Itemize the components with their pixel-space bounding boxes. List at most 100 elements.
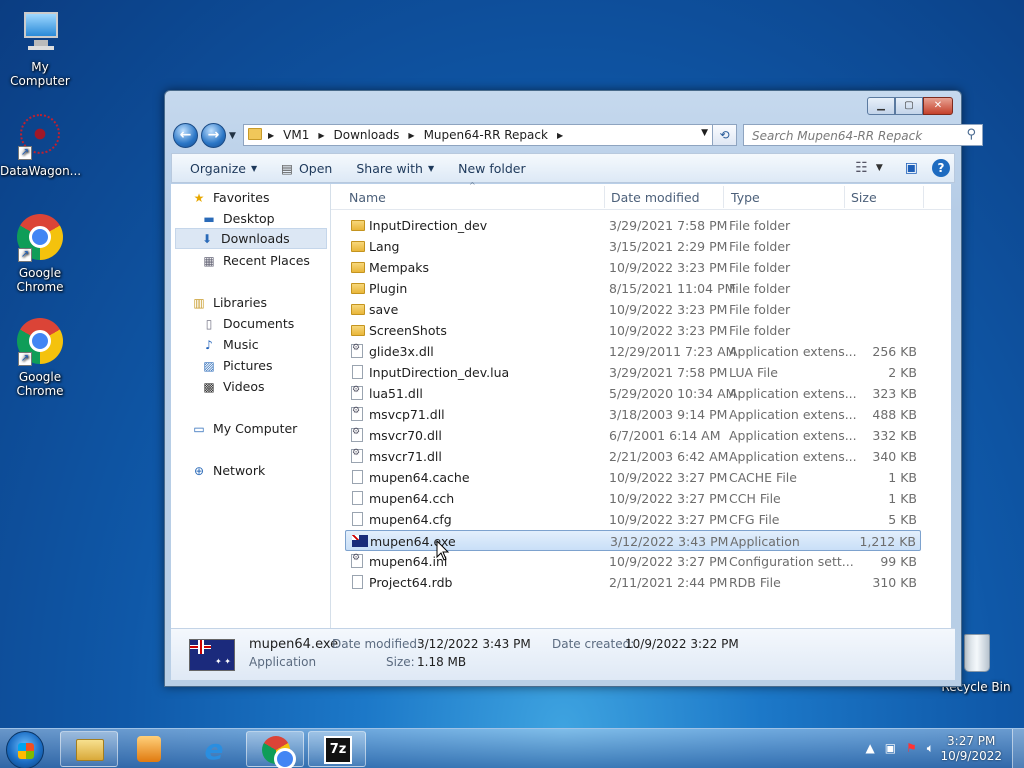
nav-documents[interactable]: ▯ Documents xyxy=(201,313,295,334)
file-name: Plugin xyxy=(369,281,408,296)
file-name: Lang xyxy=(369,239,400,254)
file-row[interactable]: mupen64.cfg 10/9/2022 3:27 PM CFG File 5 KB xyxy=(345,509,921,530)
minimize-button[interactable]: ▁ xyxy=(867,97,895,115)
search-input[interactable]: Search Mupen64-RR Repack ⚲ xyxy=(743,124,983,146)
volume-icon[interactable]: 🔈︎ xyxy=(927,741,934,756)
help-icon[interactable]: ? xyxy=(932,159,950,177)
column-date-modified[interactable]: Date modified xyxy=(611,190,700,205)
open-button[interactable]: ▤ Open xyxy=(269,161,344,176)
file-row[interactable]: msvcr70.dll 6/7/2001 6:14 AM Application e… xyxy=(345,425,921,446)
forward-button[interactable]: → xyxy=(201,123,226,148)
column-type[interactable]: Type xyxy=(731,190,760,205)
refresh-button[interactable]: ⟲ xyxy=(713,124,737,146)
chevron-right-icon[interactable]: ▶ xyxy=(557,131,563,140)
file-size: 5 KB xyxy=(888,512,917,527)
details-name: mupen64.exe xyxy=(249,637,339,652)
organize-button[interactable]: Organize ▼ xyxy=(172,161,269,176)
nav-downloads[interactable]: ⬇ Downloads xyxy=(175,228,327,249)
file-row[interactable]: mupen64.cache 10/9/2022 3:27 PM CACHE File… xyxy=(345,467,921,488)
clock[interactable]: 3:27 PM 10/9/2022 xyxy=(940,734,1002,764)
share-with-button[interactable]: Share with ▼ xyxy=(344,161,446,176)
nav-favorites[interactable]: ★ Favorites xyxy=(191,187,270,208)
file-row[interactable]: lua51.dll 5/29/2020 10:34 AMApplication e… xyxy=(345,383,921,404)
breadcrumb-mupen64[interactable]: Mupen64-RR Repack xyxy=(424,128,548,142)
file-row[interactable]: save 10/9/2022 3:23 PM File folder xyxy=(345,299,921,320)
desktop-icon-label: My Computer xyxy=(10,60,70,88)
clock-date: 10/9/2022 xyxy=(940,749,1002,763)
file-icon xyxy=(352,470,363,484)
nav-music[interactable]: ♪ Music xyxy=(201,334,258,355)
settings-file-icon xyxy=(351,343,363,358)
action-center-icon[interactable]: ⚑ xyxy=(906,741,917,756)
show-hidden-icons-icon[interactable]: ▲ xyxy=(865,741,874,756)
breadcrumb: ▶ VM1 ▶ Downloads ▶ Mupen64-RR Repack ▶ xyxy=(268,128,572,142)
details-date-created-label: Date created: xyxy=(552,637,635,651)
file-name: mupen64.cfg xyxy=(369,512,452,527)
nav-videos[interactable]: ▩ Videos xyxy=(201,376,264,397)
file-date: 10/9/2022 3:27 PM xyxy=(609,470,728,485)
computer-icon xyxy=(16,8,64,56)
search-icon[interactable]: ⚲ xyxy=(966,127,976,142)
column-size[interactable]: Size xyxy=(851,190,877,205)
chevron-right-icon[interactable]: ▶ xyxy=(408,131,414,140)
address-dropdown-icon[interactable]: ▼ xyxy=(701,128,708,138)
address-bar[interactable]: ▶ VM1 ▶ Downloads ▶ Mupen64-RR Repack ▶ … xyxy=(243,124,713,146)
new-folder-button[interactable]: New folder xyxy=(446,161,538,176)
network-tray-icon[interactable]: ▣ xyxy=(885,741,896,756)
nav-network[interactable]: ⊕ Network xyxy=(191,460,265,481)
start-button[interactable] xyxy=(6,731,44,768)
computer-icon: ▭ xyxy=(193,421,205,436)
file-row[interactable]: msvcp71.dll 3/18/2003 9:14 PMApplication … xyxy=(345,404,921,425)
organize-label: Organize xyxy=(190,160,246,176)
nav-recent-places[interactable]: ▦ Recent Places xyxy=(201,250,310,271)
desktop-icon-my-computer[interactable]: My Computer xyxy=(0,8,80,88)
settings-file-icon xyxy=(351,385,363,400)
close-button[interactable]: ✕ xyxy=(923,97,953,115)
view-dropdown-icon[interactable]: ▼ xyxy=(876,163,883,173)
desktop-icon-chrome-2[interactable]: ↗ Google Chrome xyxy=(0,318,80,398)
open-icon: ▤ xyxy=(281,160,293,176)
column-name[interactable]: Name xyxy=(349,190,386,205)
preview-pane-icon[interactable]: ▣ xyxy=(905,160,918,176)
file-date: 10/9/2022 3:23 PM xyxy=(609,260,728,275)
file-row[interactable]: InputDirection_dev.lua 3/29/2021 7:58 PM L… xyxy=(345,362,921,383)
taskbar-media-player[interactable] xyxy=(122,731,180,767)
change-view-icon[interactable]: ☷ xyxy=(855,160,868,176)
file-name: Project64.rdb xyxy=(369,575,453,590)
maximize-button[interactable]: ▢ xyxy=(895,97,923,115)
desktop-icon-datawagon[interactable]: ↗ DataWagon... xyxy=(0,112,81,178)
settings-file-icon xyxy=(351,448,363,463)
taskbar-internet-explorer[interactable]: e xyxy=(184,731,242,767)
file-row[interactable]: Plugin 8/15/2021 11:04 PM File folder xyxy=(345,278,921,299)
7zip-icon: 7z xyxy=(324,736,352,764)
nav-libraries[interactable]: ▥ Libraries xyxy=(191,292,267,313)
file-row[interactable]: Mempaks 10/9/2022 3:23 PM File folder xyxy=(345,257,921,278)
recent-pages-dropdown[interactable]: ▼ xyxy=(229,131,236,141)
file-row[interactable]: mupen64.cch 10/9/2022 3:27 PM CCH File 1 KB xyxy=(345,488,921,509)
file-name: mupen64.cch xyxy=(369,491,455,506)
nav-label: Desktop xyxy=(223,211,275,226)
taskbar-explorer[interactable] xyxy=(60,731,118,767)
file-row[interactable]: Project64.rdb 2/11/2021 2:44 PM RDB File 31… xyxy=(345,572,921,593)
back-button[interactable]: ← xyxy=(173,123,198,148)
nav-pictures[interactable]: ▨ Pictures xyxy=(201,355,272,376)
file-row[interactable]: Lang 3/15/2021 2:29 PM File folder xyxy=(345,236,921,257)
downloads-folder-icon: ⬇ xyxy=(201,231,213,246)
taskbar-7zip[interactable]: 7z xyxy=(308,731,366,767)
nav-my-computer[interactable]: ▭ My Computer xyxy=(191,418,297,439)
desktop-icon-chrome-1[interactable]: ↗ Google Chrome xyxy=(0,214,80,294)
show-desktop-button[interactable] xyxy=(1012,729,1024,768)
taskbar-chrome[interactable] xyxy=(246,731,304,768)
breadcrumb-vm1[interactable]: VM1 xyxy=(283,128,309,142)
clock-time: 3:27 PM xyxy=(947,734,996,748)
file-row[interactable]: mupen64.ini10/9/2022 3:27 PMConfiguratio… xyxy=(345,551,921,572)
file-row[interactable]: mupen64.exe 3/12/2022 3:43 PM Application 1… xyxy=(345,530,921,551)
chevron-right-icon[interactable]: ▶ xyxy=(318,131,324,140)
file-row[interactable]: InputDirection_dev 3/29/2021 7:58 PM File … xyxy=(345,215,921,236)
chevron-right-icon[interactable]: ▶ xyxy=(268,131,274,140)
nav-desktop[interactable]: ▬ Desktop xyxy=(201,208,275,229)
file-row[interactable]: ScreenShots 10/9/2022 3:23 PM File folder xyxy=(345,320,921,341)
file-row[interactable]: glide3x.dll 12/29/2011 7:23 AMApplication… xyxy=(345,341,921,362)
breadcrumb-downloads[interactable]: Downloads xyxy=(334,128,400,142)
file-row[interactable]: msvcr71.dll 2/21/2003 6:42 AMApplication … xyxy=(345,446,921,467)
